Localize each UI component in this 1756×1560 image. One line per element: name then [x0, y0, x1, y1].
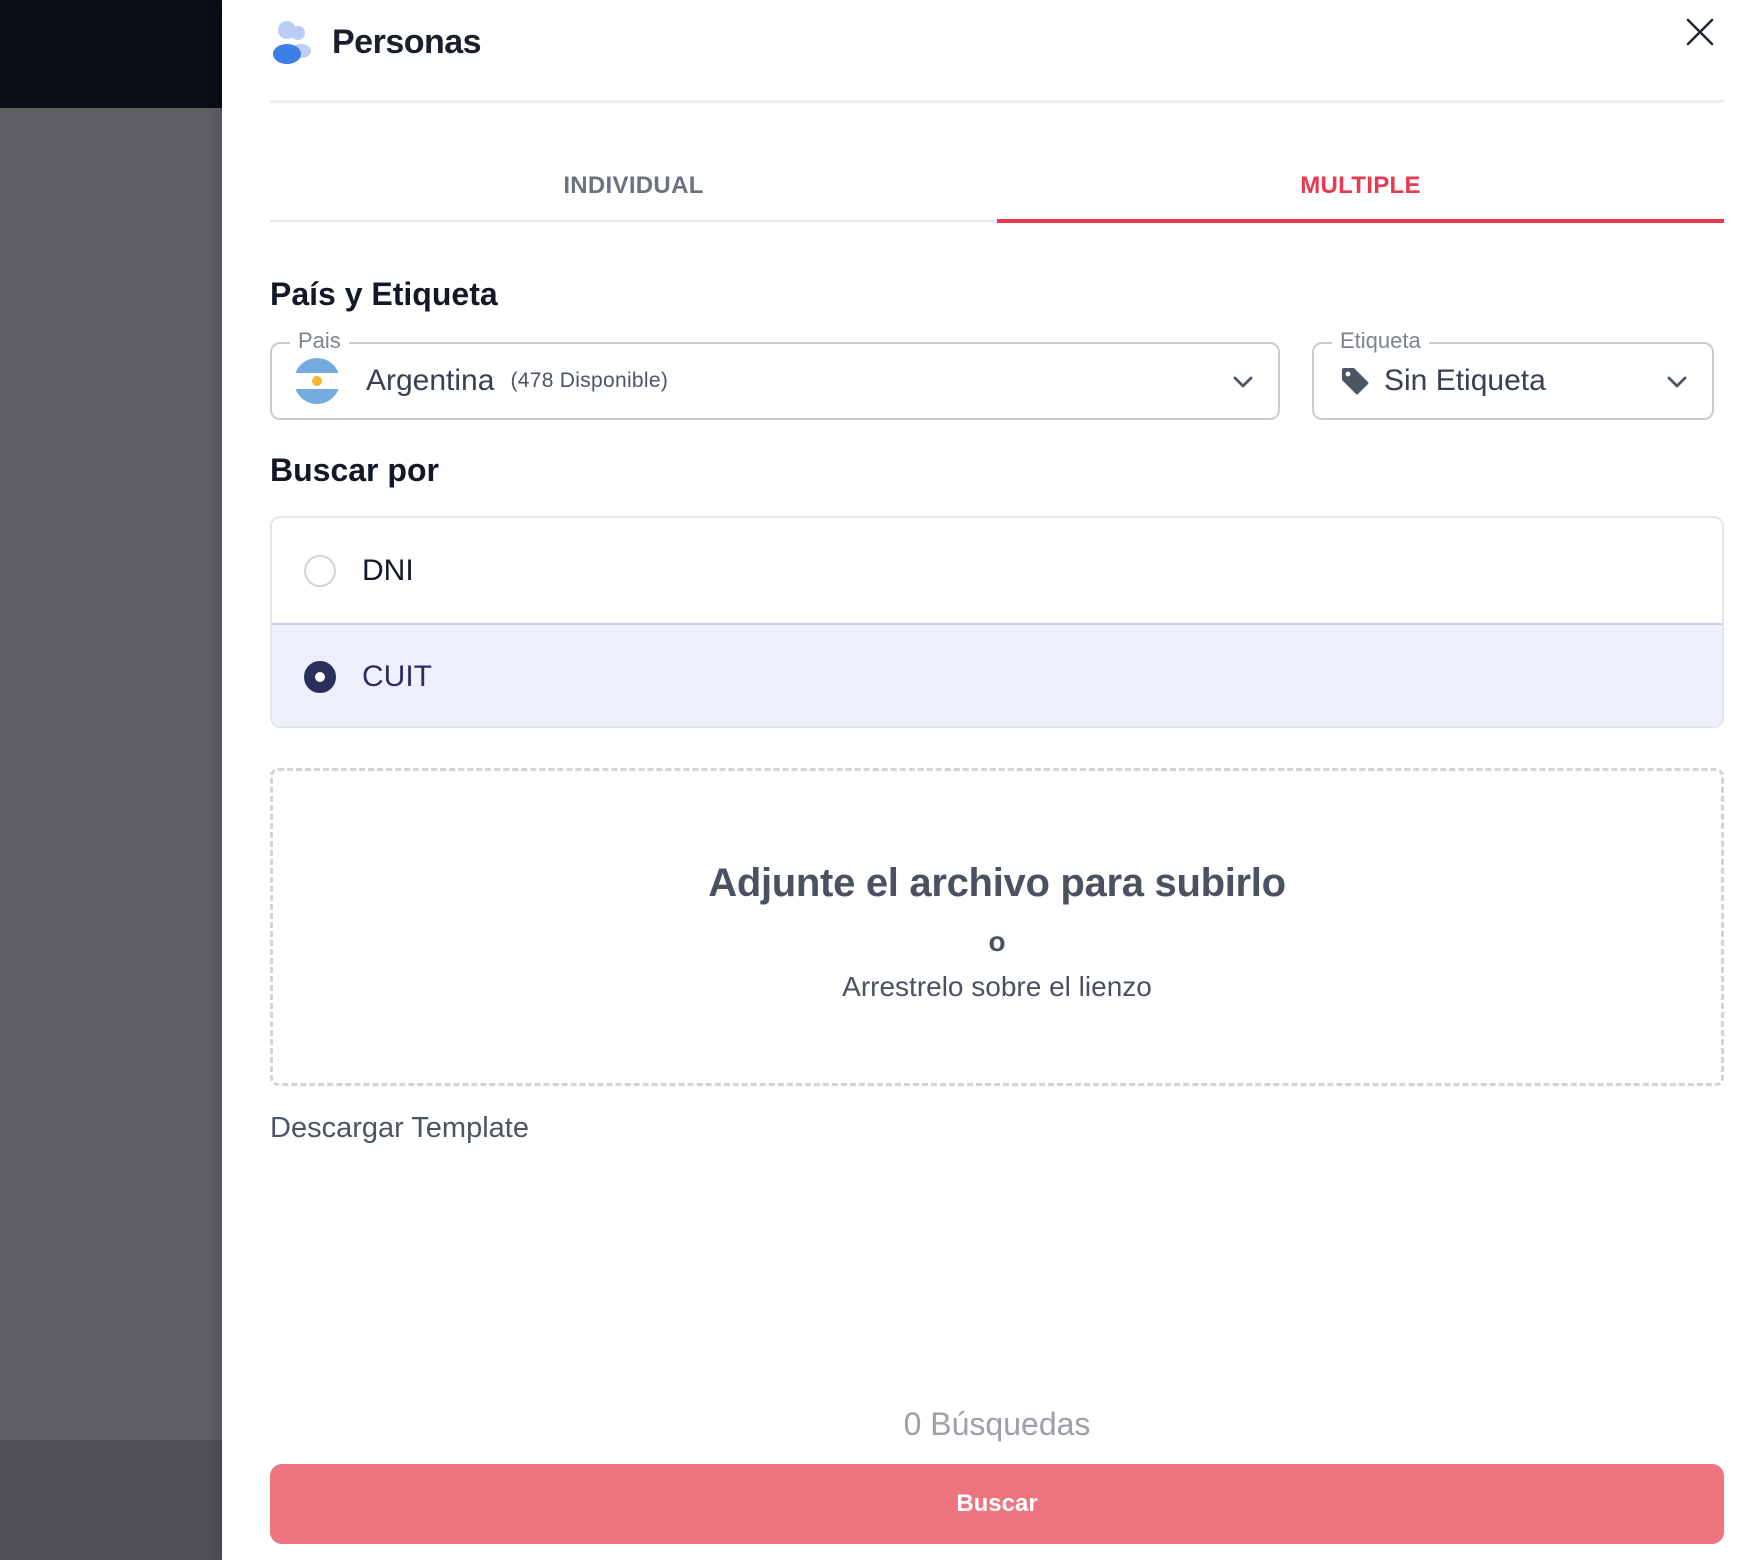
tab-multiple[interactable]: MULTIPLE	[997, 150, 1724, 223]
search-by-radio-group: DNI CUIT	[270, 516, 1724, 728]
close-icon	[1686, 18, 1714, 46]
radio-label: CUIT	[362, 659, 432, 693]
close-button[interactable]	[1678, 10, 1722, 54]
search-button[interactable]: Buscar	[270, 1464, 1724, 1544]
radio-option-dni[interactable]: DNI	[272, 518, 1722, 623]
chevron-down-icon	[1233, 376, 1253, 388]
country-value: Argentina	[366, 364, 495, 397]
tab-individual[interactable]: INDIVIDUAL	[270, 150, 997, 220]
file-dropzone[interactable]: Adjunte el archivo para subirlo o Arrest…	[270, 768, 1724, 1086]
dropzone-or: o	[988, 926, 1006, 957]
background-page	[0, 0, 222, 1560]
drawer-header: Personas	[270, 18, 482, 66]
radio-option-cuit[interactable]: CUIT	[272, 623, 1722, 726]
country-availability: (478 Disponible)	[510, 369, 669, 392]
country-legend: Pais	[290, 328, 349, 354]
tag-icon	[1342, 368, 1369, 395]
tag-select[interactable]: Etiqueta Sin Etiqueta	[1312, 328, 1714, 420]
dropzone-title: Adjunte el archivo para subirlo	[708, 861, 1286, 905]
download-template-link[interactable]: Descargar Template	[270, 1112, 529, 1145]
radio-button[interactable]	[304, 660, 336, 693]
users-icon	[273, 21, 311, 64]
background-topbar	[0, 0, 222, 108]
country-select[interactable]: Pais Argentina (478 Disponible)	[270, 328, 1280, 420]
chevron-down-icon	[1667, 376, 1687, 388]
tag-value: Sin Etiqueta	[1384, 364, 1546, 397]
drawer-title: Personas	[332, 22, 482, 61]
argentina-flag-icon	[294, 358, 340, 404]
radio-button[interactable]	[304, 554, 336, 587]
tag-legend: Etiqueta	[1332, 328, 1429, 354]
background-bottombar	[0, 1440, 222, 1560]
search-count: 0 Búsquedas	[903, 1406, 1091, 1442]
country-section-title: País y Etiqueta	[270, 276, 498, 312]
dropzone-subtitle: Arrestrelo sobre el lienzo	[842, 971, 1152, 1002]
header-divider	[270, 100, 1724, 103]
personas-drawer: Personas INDIVIDUAL MULTIPLE País y Etiq…	[222, 0, 1756, 1560]
radio-label: DNI	[362, 553, 414, 587]
search-by-title: Buscar por	[270, 452, 439, 488]
mode-tabs: INDIVIDUAL MULTIPLE	[270, 150, 1724, 223]
